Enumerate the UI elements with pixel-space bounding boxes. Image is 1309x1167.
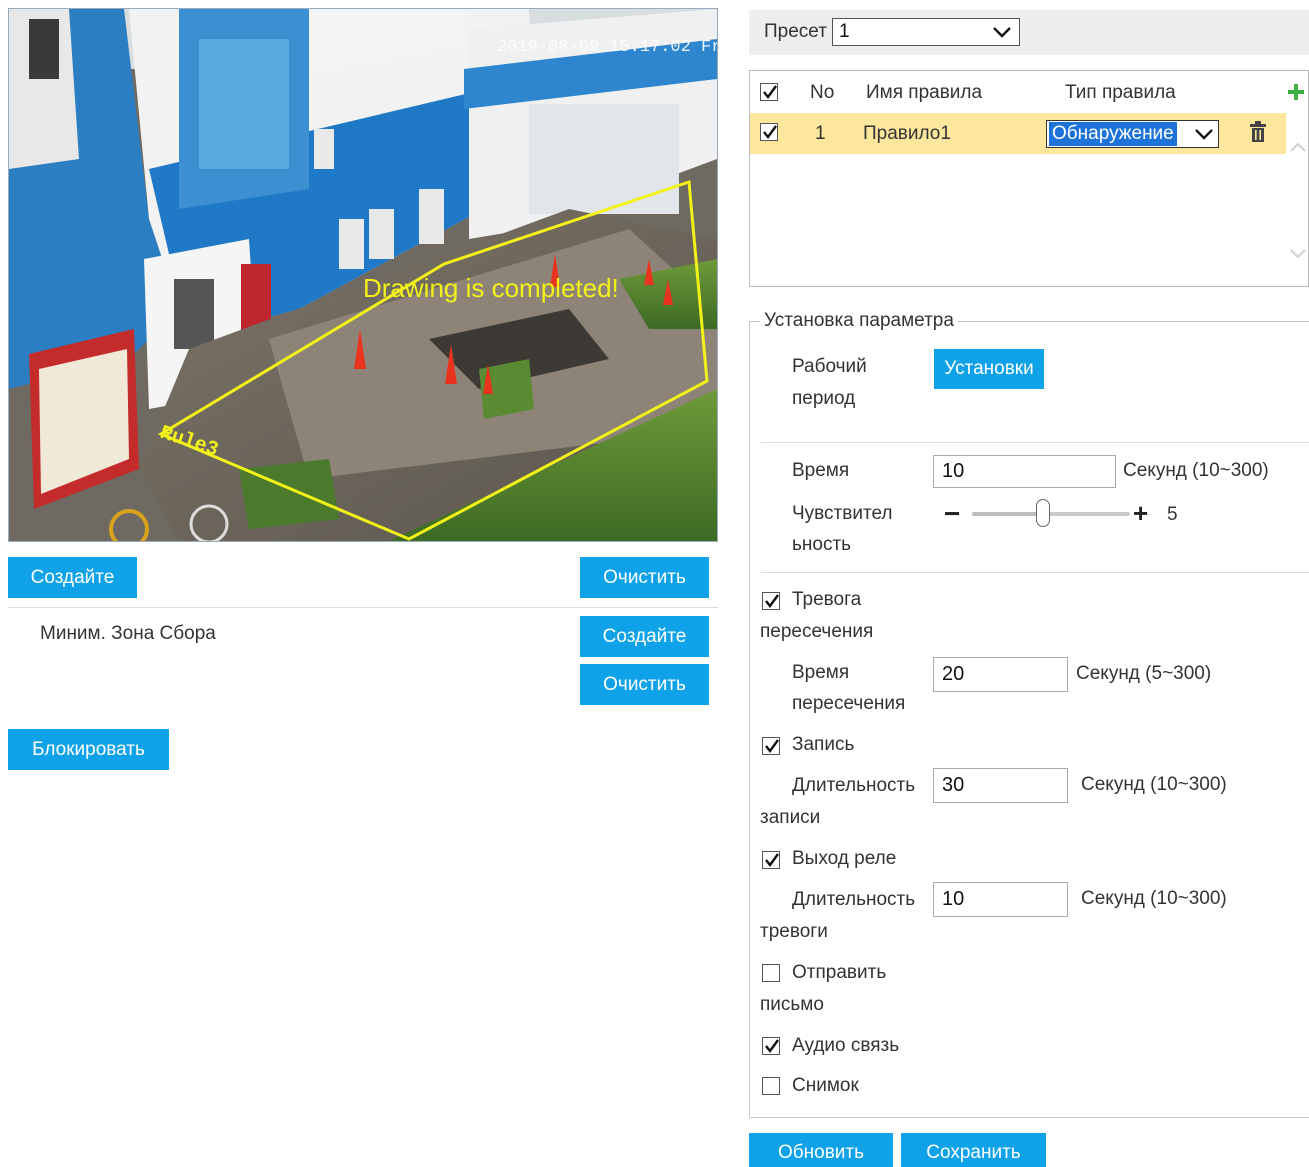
snapshot-label: Снимок: [792, 1075, 859, 1096]
send-email-label: Отправить: [792, 962, 887, 983]
column-header-rule-type: Тип правила: [1065, 82, 1176, 103]
sensitivity-increase-button[interactable]: +: [1133, 498, 1148, 528]
add-rule-icon[interactable]: [1286, 82, 1306, 102]
send-email-label-cont: письмо: [760, 994, 824, 1015]
preset-select[interactable]: 1: [832, 18, 1020, 46]
relay-output-checkbox[interactable]: [762, 851, 780, 869]
record-duration-unit-label: Секунд (10~300): [1081, 774, 1227, 795]
alarm-duration-input[interactable]: 10: [933, 882, 1068, 917]
sensitivity-slider[interactable]: [972, 499, 1130, 527]
sensitivity-decrease-button[interactable]: −: [944, 499, 960, 529]
video-preview[interactable]: 2019-08-09 15:17:02 Fri Drawing is compl…: [8, 8, 718, 542]
rule-type-select-value: Обнаружение: [1049, 122, 1177, 146]
cross-alarm-label-cont: пересечения: [760, 621, 874, 642]
trash-icon[interactable]: [1248, 120, 1268, 144]
time-input[interactable]: 10: [933, 455, 1116, 488]
cross-time-unit-label: Секунд (5~300): [1076, 663, 1212, 684]
snapshot-checkbox[interactable]: [762, 1077, 780, 1095]
audio-label: Аудио связь: [792, 1035, 900, 1056]
clear-zone-button[interactable]: Очистить: [580, 557, 709, 598]
min-zone-clear-button[interactable]: Очистить: [580, 664, 709, 705]
sensitivity-label-cont: ьность: [792, 534, 852, 555]
params-divider-2: [761, 572, 1309, 573]
column-header-no: No: [810, 82, 835, 103]
work-period-label-cont: период: [792, 388, 856, 409]
min-zone-label: Миним. Зона Сбора: [40, 623, 216, 644]
scroll-up-icon[interactable]: [1289, 138, 1307, 152]
column-header-rule-name: Имя правила: [866, 82, 983, 103]
camera-scene[interactable]: 2019-08-09 15:17:02 Fri Drawing is compl…: [9, 9, 717, 541]
scroll-down-icon[interactable]: [1289, 245, 1307, 259]
work-period-label: Рабочий: [792, 356, 867, 377]
params-divider-1: [761, 442, 1309, 443]
min-zone-create-button[interactable]: Создайте: [580, 616, 709, 657]
rule-row-checkbox[interactable]: [760, 123, 778, 141]
audio-checkbox[interactable]: [762, 1037, 780, 1055]
rule-row-name: Правило1: [863, 123, 951, 144]
chevron-down-icon: [1195, 129, 1213, 140]
cross-time-input[interactable]: 20: [933, 657, 1068, 692]
rule-type-select[interactable]: Обнаружение: [1046, 120, 1219, 148]
record-duration-input[interactable]: 30: [933, 768, 1068, 803]
drawing-status-overlay: Drawing is completed!: [363, 273, 619, 303]
create-zone-button[interactable]: Создайте: [8, 557, 137, 598]
sensitivity-value: 5: [1167, 504, 1178, 525]
time-label: Время: [792, 460, 850, 481]
refresh-button[interactable]: Обновить: [749, 1133, 893, 1167]
record-label: Запись: [792, 734, 855, 755]
send-email-checkbox[interactable]: [762, 964, 780, 982]
sensitivity-label: Чувствител: [792, 503, 893, 524]
time-unit-label: Секунд (10~300): [1123, 460, 1269, 481]
alarm-duration-label: Длительность: [792, 889, 916, 910]
alarm-duration-label-cont: тревоги: [760, 921, 828, 942]
chevron-down-icon: [993, 27, 1011, 38]
preset-select-value: 1: [839, 21, 850, 42]
sensitivity-slider-handle[interactable]: [1036, 499, 1050, 527]
left-divider: [8, 607, 718, 608]
record-duration-label-cont: записи: [760, 807, 821, 828]
select-all-checkbox[interactable]: [760, 83, 778, 101]
cross-alarm-checkbox[interactable]: [762, 592, 780, 610]
relay-output-label: Выход реле: [792, 848, 897, 869]
params-legend: Установка параметра: [760, 305, 958, 337]
alarm-duration-unit-label: Секунд (10~300): [1081, 888, 1227, 909]
schedule-settings-button[interactable]: Установки: [934, 349, 1044, 389]
sensitivity-slider-fill: [972, 512, 1043, 516]
cross-time-label-cont: пересечения: [792, 693, 906, 714]
record-checkbox[interactable]: [762, 737, 780, 755]
cross-alarm-label: Тревога: [792, 589, 862, 610]
save-button[interactable]: Сохранить: [901, 1133, 1046, 1167]
rule-row-no: 1: [815, 123, 826, 144]
cross-time-label: Время: [792, 662, 850, 683]
video-timestamp: 2019-08-09 15:17:02 Fri: [497, 38, 717, 57]
record-duration-label: Длительность: [792, 775, 916, 796]
preset-label: Пресет: [764, 21, 827, 42]
block-button[interactable]: Блокировать: [8, 729, 169, 770]
